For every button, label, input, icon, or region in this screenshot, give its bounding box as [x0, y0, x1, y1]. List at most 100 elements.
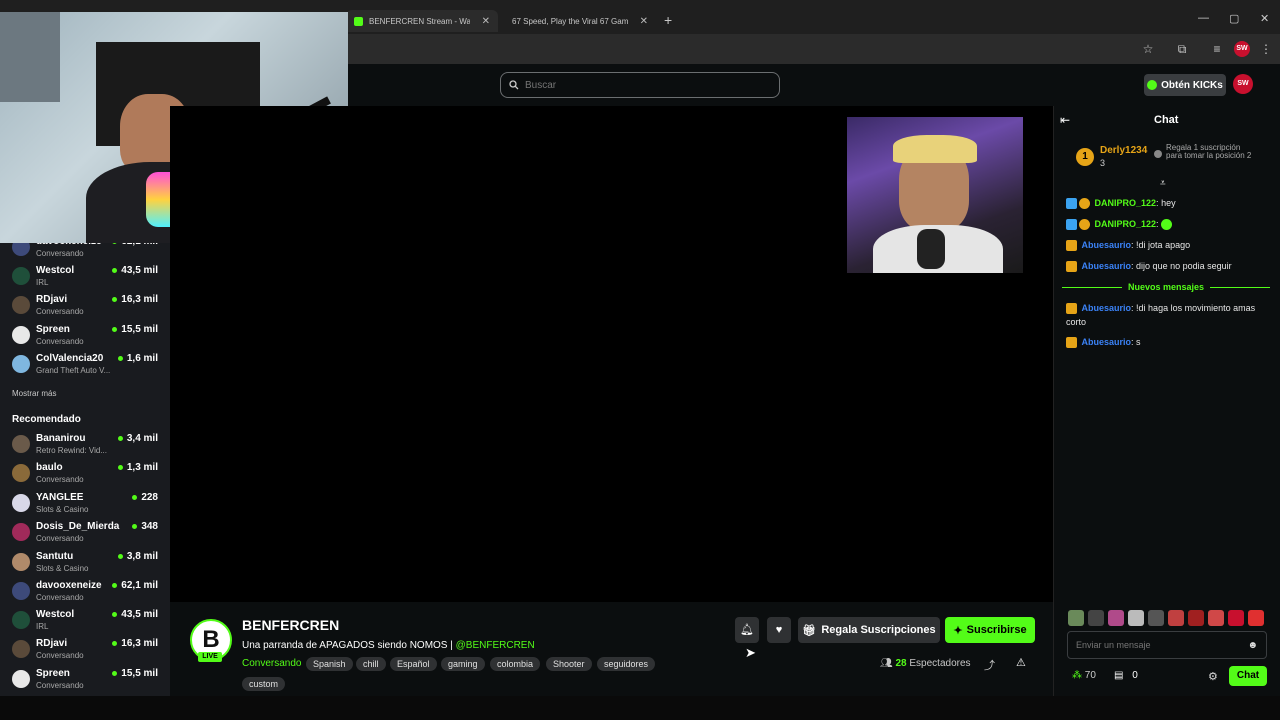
new-messages-divider: Nuevos mensajes: [1062, 281, 1271, 293]
chat-input[interactable]: [1076, 640, 1246, 650]
close-tab-icon[interactable]: ✕: [482, 16, 490, 27]
sidebar-channel[interactable]: Spreen Conversando 15,5 mil: [12, 324, 162, 352]
kick-points[interactable]: ⁂ 70: [1072, 670, 1096, 681]
chat-username[interactable]: Abuesaurio: [1082, 337, 1132, 347]
channel-name: RDjavi: [36, 294, 68, 305]
channel-name: Westcol: [36, 265, 75, 276]
search-input[interactable]: [525, 79, 765, 91]
tag[interactable]: Español: [390, 657, 437, 671]
chat-username[interactable]: Abuesaurio: [1082, 303, 1132, 313]
chat-message[interactable]: DANIPRO_122:: [1066, 217, 1266, 231]
emote-icon[interactable]: [1128, 610, 1144, 626]
top-gifter-name[interactable]: Derly1234: [1100, 145, 1147, 156]
new-tab-icon[interactable]: +: [664, 12, 672, 28]
chat-input-box[interactable]: ☻: [1067, 631, 1267, 659]
sidebar-channel[interactable]: ColValencia20 Grand Theft Auto V... 1,6 …: [12, 353, 162, 381]
avatar: [12, 640, 30, 658]
sidebar-channel[interactable]: baulo Conversando 1,3 mil: [12, 462, 162, 490]
sidebar-channel[interactable]: Spreen Conversando 15,5 mil: [12, 668, 162, 696]
sidebar-channel[interactable]: Santutu Slots & Casino 3,8 mil: [12, 551, 162, 579]
browser-menu-icon[interactable]: ⋮: [1258, 41, 1274, 57]
minimize-icon[interactable]: —: [1198, 12, 1209, 24]
tag[interactable]: Shooter: [546, 657, 592, 671]
tag[interactable]: chill: [356, 657, 386, 671]
search-bar[interactable]: [500, 72, 780, 98]
emoji-icon[interactable]: ☻: [1247, 640, 1258, 651]
tag[interactable]: Spanish: [306, 657, 353, 671]
emote-icon[interactable]: [1108, 610, 1124, 626]
search-icon: [509, 80, 519, 90]
subscriber-badge-icon: [1079, 219, 1090, 231]
chest-icon: ▤: [1114, 670, 1124, 681]
sidebar-channel[interactable]: Dosis_De_Mierda Conversando 348: [12, 521, 162, 549]
expand-leaderboard-icon[interactable]: ⩡: [1160, 178, 1166, 189]
browser-tab-active[interactable]: BENFERCREN Stream - Watch Li ✕: [346, 10, 498, 32]
get-kicks-button[interactable]: Obtén KICKs: [1144, 74, 1226, 96]
channel-name[interactable]: BENFERCREN: [242, 617, 339, 633]
media-controls-icon[interactable]: ≡: [1209, 41, 1225, 57]
sidebar-channel[interactable]: YANGLEE Slots & Casino 228: [12, 492, 162, 520]
chat-message[interactable]: Abuesaurio: !di jota apago: [1066, 238, 1266, 252]
chat-username[interactable]: Abuesaurio: [1082, 261, 1132, 271]
avatar: [12, 464, 30, 482]
chat-message[interactable]: Abuesaurio: dijo que no podia seguir: [1066, 259, 1266, 273]
emote-icon[interactable]: [1148, 610, 1164, 626]
gift-subscriptions-button[interactable]: 🎁︎ Regala Suscripciones: [798, 617, 940, 643]
sidebar-channel[interactable]: Bananirou Retro Rewind: Vid... 3,4 mil: [12, 433, 162, 461]
close-window-icon[interactable]: ✕: [1260, 12, 1269, 25]
chat-message[interactable]: DANIPRO_122: hey: [1066, 196, 1266, 210]
show-more-link[interactable]: Mostrar más: [12, 389, 56, 398]
collapse-chat-icon[interactable]: ⇤: [1060, 113, 1070, 127]
sidebar-channel[interactable]: RDjavi Conversando 16,3 mil: [12, 638, 162, 666]
top-gifter-count: 3: [1100, 158, 1106, 168]
maximize-icon[interactable]: ▢: [1229, 12, 1239, 25]
crown-badge-icon: [1066, 240, 1077, 252]
emote-icon[interactable]: [1248, 610, 1264, 626]
chest-counter[interactable]: ▤ 0: [1114, 670, 1138, 681]
subscriber-badge-icon: [1079, 198, 1090, 210]
emote-icon[interactable]: [1068, 610, 1084, 626]
report-warning-icon[interactable]: ⚠: [1016, 656, 1026, 669]
tag[interactable]: colombia: [490, 657, 541, 671]
share-icon[interactable]: ⤴: [984, 657, 995, 673]
chat-message[interactable]: Abuesaurio: !di haga los movimiento amas…: [1066, 301, 1266, 329]
emote-icon[interactable]: [1088, 610, 1104, 626]
emote-icon[interactable]: [1208, 610, 1224, 626]
sidebar-channel[interactable]: Westcol IRL 43,5 mil: [12, 265, 162, 293]
subscribe-label: Suscribirse: [966, 624, 1027, 636]
microphone: [917, 229, 945, 269]
browser-profile-avatar[interactable]: SW: [1234, 41, 1250, 57]
sidebar-channel[interactable]: davooxeneize Conversando 62,1 mil: [12, 580, 162, 608]
stream-category[interactable]: Conversando: [242, 658, 301, 669]
user-avatar[interactable]: SW: [1233, 74, 1253, 94]
chat-message[interactable]: Abuesaurio: s: [1066, 335, 1266, 349]
bookmark-star-icon[interactable]: ☆: [1140, 41, 1156, 57]
tag[interactable]: gaming: [441, 657, 485, 671]
notifications-bell-icon[interactable]: 🔔︎: [735, 617, 759, 643]
points-icon: ⁂: [1072, 670, 1082, 681]
close-tab-icon[interactable]: ✕: [640, 16, 648, 27]
tag[interactable]: custom: [242, 677, 286, 691]
chat-username[interactable]: DANIPRO_122: [1095, 198, 1157, 208]
follow-heart-icon[interactable]: ♥: [767, 617, 791, 643]
get-kicks-label: Obtén KICKs: [1161, 79, 1223, 91]
kicks-icon: [1147, 80, 1158, 90]
avatar: [12, 296, 30, 314]
extensions-icon[interactable]: ⧉: [1174, 41, 1190, 57]
subscribe-button[interactable]: ✦ Suscribirse: [945, 617, 1035, 643]
chat-username[interactable]: Abuesaurio: [1082, 240, 1132, 250]
emote-icon[interactable]: [1228, 610, 1244, 626]
emote-icon[interactable]: [1188, 610, 1204, 626]
sidebar-channel[interactable]: RDjavi Conversando 16,3 mil: [12, 294, 162, 322]
channel-name: davooxeneize: [36, 580, 102, 591]
emote-icon[interactable]: [1168, 610, 1184, 626]
tag[interactable]: seguidores: [597, 657, 656, 671]
sidebar-channel[interactable]: Westcol IRL 43,5 mil: [12, 609, 162, 637]
chat-username[interactable]: DANIPRO_122: [1095, 219, 1157, 229]
stream-title-mention[interactable]: @BENFERCREN: [456, 640, 535, 651]
chat-send-button[interactable]: Chat: [1229, 666, 1267, 686]
viewer-count: 1,3 mil: [118, 462, 158, 473]
avatar: [12, 670, 30, 688]
browser-tab[interactable]: 67 Speed, Play the Viral 67 Gam ✕: [504, 10, 656, 32]
chat-settings-gear-icon[interactable]: ⚙: [1208, 670, 1218, 683]
